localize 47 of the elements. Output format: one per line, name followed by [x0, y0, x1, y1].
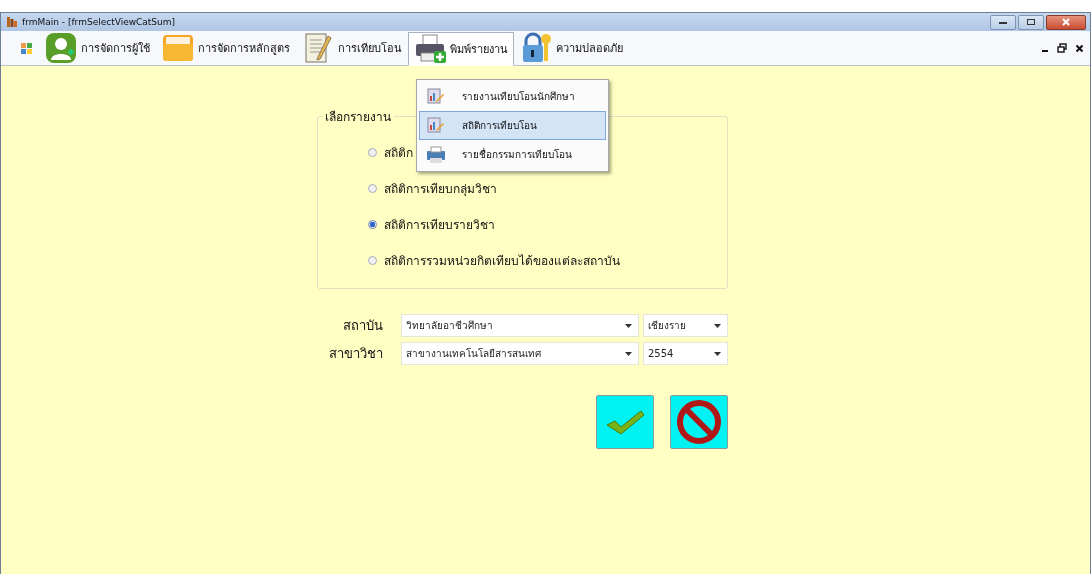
dropdown-item[interactable]: สถิติการเทียบโอน	[419, 111, 606, 140]
maximize-button[interactable]	[1018, 14, 1044, 30]
close-icon	[1061, 18, 1071, 26]
dropdown-field[interactable]: วิทยาลัยอาชีวศึกษา	[401, 314, 639, 337]
field-label: สถาบัน	[342, 317, 383, 335]
menu-item[interactable]: การจัดการหลักสูตร	[156, 32, 296, 64]
lock-key-icon	[520, 32, 552, 64]
menu-item[interactable]: ความปลอดภัย	[514, 32, 629, 64]
group-title: เลือกรายงาน	[324, 109, 392, 126]
maximize-icon	[1026, 18, 1036, 26]
printer-icon	[414, 33, 446, 65]
menu-item[interactable]: การจัดการผู้ใช้	[39, 32, 156, 64]
report-icon	[426, 86, 446, 107]
dropdown-item[interactable]: รายงานเทียบโอนนักศึกษา	[419, 82, 606, 111]
caret-icon	[714, 323, 721, 328]
menu-item[interactable]: พิมพ์รายงาน	[408, 32, 514, 66]
caret-icon	[714, 351, 721, 356]
dropdown-field[interactable]: เชียงราย	[643, 314, 728, 337]
field-label: สาขาวิชา	[328, 345, 383, 363]
window-title: frmMain - [frmSelectViewCatSum]	[22, 17, 176, 27]
option-label[interactable]: สถิติการเทียบกลุ่มวิชา	[384, 178, 497, 198]
minimize-icon	[998, 19, 1008, 25]
radio-button[interactable]	[368, 183, 377, 193]
radio-button[interactable]	[368, 255, 377, 265]
radio-button[interactable]	[368, 219, 377, 229]
printer-icon	[426, 144, 446, 165]
dropdown-field[interactable]: 2554	[643, 342, 728, 365]
child-window-icon[interactable]	[21, 42, 33, 54]
checkmark-icon	[605, 409, 645, 435]
prohibited-icon	[676, 399, 722, 445]
menu-item[interactable]: การเทียบโอน	[296, 32, 408, 64]
caret-icon	[625, 323, 632, 328]
close-icon[interactable]	[1075, 43, 1084, 53]
dropdown-field[interactable]: สาขางานเทคโนโลยีสารสนเทศ	[401, 342, 639, 365]
minimize-button[interactable]	[990, 14, 1016, 30]
option-label[interactable]: สถิติการเทียบรายวิชา	[384, 214, 495, 234]
caret-icon	[625, 351, 632, 356]
option-label[interactable]: สถิติก	[384, 142, 413, 162]
radio-button[interactable]	[368, 147, 377, 157]
dropdown-item[interactable]: รายชื่อกรรมการเทียบโอน	[419, 140, 606, 169]
cancel-button[interactable]	[670, 395, 728, 449]
report-icon	[426, 115, 446, 136]
app-icon	[6, 16, 18, 28]
restore-icon[interactable]	[1057, 43, 1067, 53]
close-button[interactable]	[1046, 14, 1086, 30]
notepad-icon	[302, 32, 334, 64]
option-label[interactable]: สถิติการรวมหน่วยกิตเทียบได้ของแต่ละสถาบัน	[384, 250, 620, 270]
